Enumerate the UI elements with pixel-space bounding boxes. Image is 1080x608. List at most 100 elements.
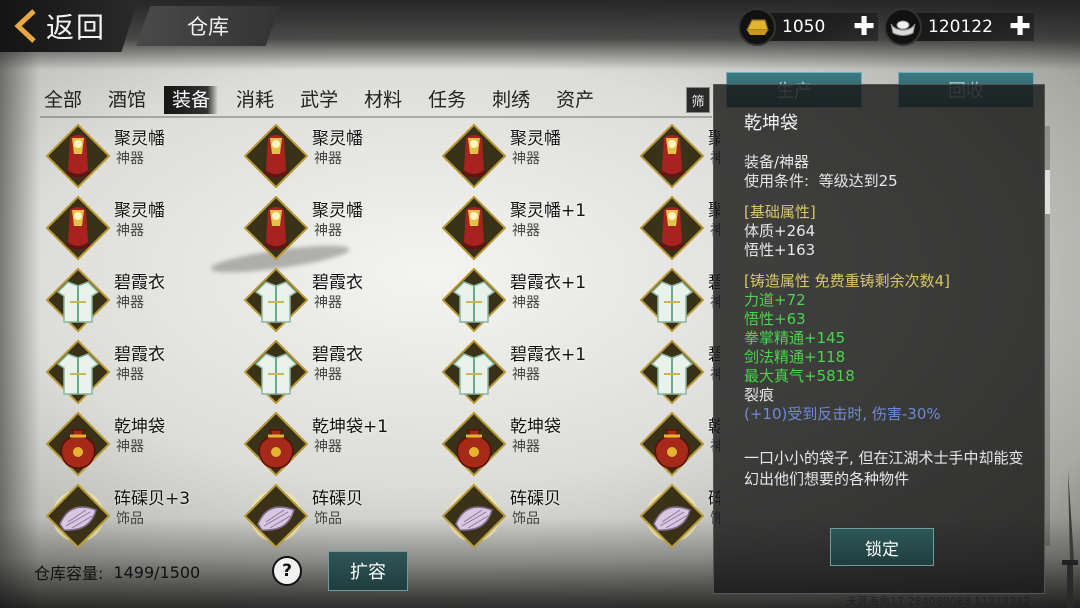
- tab-consumables[interactable]: 消耗: [236, 86, 274, 114]
- gold-currency: 1050 ✚: [738, 8, 878, 46]
- item-name: 聚灵幡+1: [510, 201, 587, 221]
- item-name: 碧霞衣: [312, 345, 363, 365]
- item-description: 一口小小的袋子, 但在江湖术士手中却能变幻出他们想要的各种物件: [744, 449, 1024, 488]
- expand-capacity-button[interactable]: 扩容: [328, 551, 408, 591]
- item-slot[interactable]: 聚灵幡神器: [634, 120, 720, 192]
- lock-button[interactable]: 锁定: [830, 528, 934, 566]
- requirement-value: 等级达到25: [818, 172, 898, 190]
- tab-assets[interactable]: 资产: [556, 86, 594, 114]
- item-type: 神器: [116, 223, 144, 239]
- item-slot[interactable]: 聚灵幡+1 神器: [436, 192, 634, 264]
- robe-icon: [639, 339, 705, 405]
- back-button[interactable]: 返回: [0, 0, 138, 52]
- item-type: 饰品: [116, 511, 144, 527]
- item-slot[interactable]: 聚灵幡神器: [238, 120, 436, 192]
- item-row: 砗磲贝+3饰品砗磲贝饰品砗磲贝饰品砗磲贝饰品: [40, 480, 720, 552]
- item-type: 神器: [512, 367, 540, 383]
- item-type: 饰品: [512, 511, 540, 527]
- item-name: 砗磲贝+3: [114, 489, 191, 509]
- tab-quests[interactable]: 任务: [428, 86, 466, 114]
- item-slot[interactable]: 聚灵幡神器: [238, 192, 436, 264]
- item-type: 神器: [314, 439, 342, 455]
- back-arrow-icon: [14, 9, 38, 43]
- banner-icon: [45, 123, 111, 189]
- back-label: 返回: [46, 11, 107, 44]
- banner-icon: [441, 195, 507, 261]
- tab-tavern[interactable]: 酒馆: [108, 86, 146, 114]
- tab-embroidery[interactable]: 刺绣: [492, 86, 530, 114]
- capacity-display: 仓库容量: 1499/1500: [34, 558, 200, 586]
- tab-equipment[interactable]: 装备: [164, 86, 219, 114]
- item-slot[interactable]: 碧霞衣神器: [634, 264, 720, 336]
- capacity-value: 1499/1500: [113, 562, 201, 582]
- item-row: 乾坤袋神器乾坤袋+1神器乾坤袋神器乾坤袋+1神器: [40, 408, 720, 480]
- robe-icon: [441, 339, 507, 405]
- item-slot[interactable]: 乾坤袋 神器: [436, 408, 634, 480]
- tab-all[interactable]: 全部: [44, 86, 82, 114]
- item-name: 碧霞衣+1: [510, 273, 587, 293]
- tab-martial-arts[interactable]: 武学: [300, 86, 338, 114]
- item-slot[interactable]: 乾坤袋+1 神器: [238, 408, 436, 480]
- item-name: 碧霞衣: [114, 273, 165, 293]
- item-name: 砗磲贝: [510, 489, 561, 509]
- item-slot[interactable]: 聚灵幡神器: [634, 192, 720, 264]
- item-name: 聚灵幡: [114, 201, 165, 221]
- item-slot[interactable]: 碧霞衣神器: [634, 336, 720, 408]
- crack-label: 裂痕: [744, 386, 775, 404]
- robe-icon: [243, 267, 309, 333]
- help-button[interactable]: ?: [272, 556, 302, 586]
- item-slot[interactable]: 碧霞衣神器: [40, 336, 238, 408]
- item-type: 神器: [314, 295, 342, 311]
- add-gold-button[interactable]: ✚: [852, 12, 876, 42]
- crack-effect: (+10)受到反击时, 伤害-30%: [744, 405, 941, 423]
- item-slot[interactable]: 聚灵幡神器: [40, 192, 238, 264]
- filter-button[interactable]: 筛: [686, 87, 710, 113]
- sword-decoration-icon: [1062, 470, 1078, 608]
- item-detail-requirement: 使用条件: 等级达到25: [744, 172, 1044, 191]
- item-name: 乾坤袋+1: [312, 417, 389, 437]
- base-attribute: 悟性+163: [744, 241, 816, 259]
- footer-server-text: 天涯海角17:284088083 11212322: [846, 595, 1031, 608]
- item-slot[interactable]: 碧霞衣神器: [238, 336, 436, 408]
- item-slot[interactable]: 砗磲贝饰品: [238, 480, 436, 552]
- item-slot[interactable]: 乾坤袋+1神器: [634, 408, 720, 480]
- item-type: 神器: [314, 151, 342, 167]
- ink-wash-left: [0, 40, 40, 608]
- item-slot[interactable]: 砗磲贝饰品: [436, 480, 634, 552]
- item-slot[interactable]: 乾坤袋 神器: [40, 408, 238, 480]
- item-type: 神器: [116, 439, 144, 455]
- item-slot[interactable]: 碧霞衣神器: [40, 264, 238, 336]
- item-slot[interactable]: 碧霞衣+1 神器: [436, 264, 634, 336]
- base-attributes-header: [基础属性]: [744, 203, 816, 221]
- pouch-icon: [639, 411, 705, 477]
- item-slot[interactable]: 聚灵幡神器: [436, 120, 634, 192]
- item-slot[interactable]: 碧霞衣+1 神器: [436, 336, 634, 408]
- tab-materials[interactable]: 材料: [364, 86, 402, 114]
- item-name: 聚灵幡: [312, 129, 363, 149]
- item-slot[interactable]: 聚灵幡神器: [40, 120, 238, 192]
- add-silver-button[interactable]: ✚: [1008, 12, 1032, 42]
- item-name: 砗磲贝: [312, 489, 363, 509]
- shell-icon: [639, 483, 705, 549]
- item-row: 碧霞衣神器碧霞衣神器碧霞衣+1神器碧霞衣神器: [40, 336, 720, 408]
- item-name: 聚灵幡: [114, 129, 165, 149]
- item-type: 神器: [116, 295, 144, 311]
- item-type: 神器: [512, 439, 540, 455]
- item-row: 碧霞衣神器碧霞衣神器碧霞衣+1神器碧霞衣神器: [40, 264, 720, 336]
- item-type: 神器: [512, 295, 540, 311]
- item-slot[interactable]: 砗磲贝+3 饰品: [40, 480, 238, 552]
- forge-attribute: 最大真气+5818: [744, 367, 855, 385]
- base-attribute: 体质+264: [744, 222, 816, 240]
- item-type: 神器: [512, 151, 540, 167]
- item-slot[interactable]: 碧霞衣神器: [238, 264, 436, 336]
- capacity-label: 仓库容量:: [34, 564, 104, 583]
- item-name: 乾坤袋: [114, 417, 165, 437]
- pouch-icon: [45, 411, 111, 477]
- shell-icon: [441, 483, 507, 549]
- requirement-label: 使用条件:: [744, 172, 810, 190]
- item-name: 乾坤袋: [510, 417, 561, 437]
- item-slot[interactable]: 砗磲贝饰品: [634, 480, 720, 552]
- page-title: 仓库: [136, 6, 280, 46]
- pouch-icon: [243, 411, 309, 477]
- item-name: 碧霞衣+1: [510, 345, 587, 365]
